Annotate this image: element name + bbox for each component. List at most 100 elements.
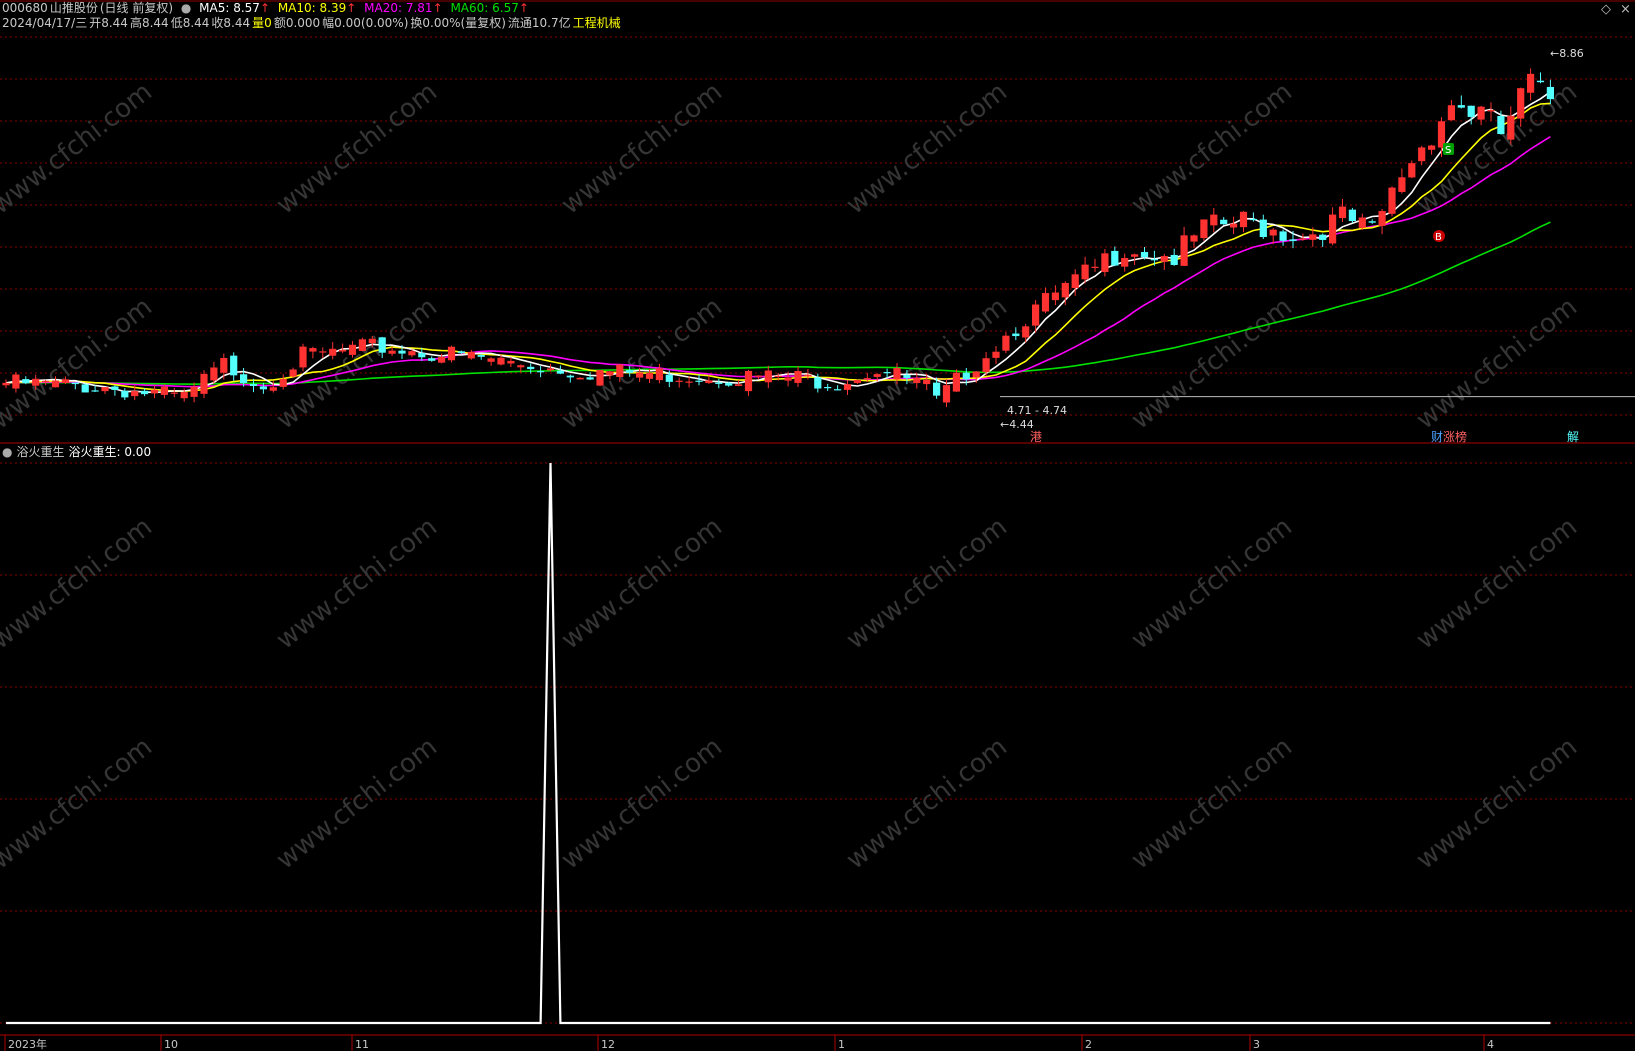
candle-body xyxy=(814,377,822,389)
candle xyxy=(1358,213,1366,230)
candle xyxy=(1121,253,1129,272)
candle-body xyxy=(1319,234,1327,240)
candle-body xyxy=(1497,116,1505,135)
candle-body xyxy=(705,380,713,383)
candle xyxy=(1329,207,1337,246)
candle-body xyxy=(1358,217,1366,228)
candle-body xyxy=(259,386,267,390)
candle xyxy=(744,369,753,396)
candle xyxy=(1507,106,1515,145)
tag-gang[interactable]: 港 xyxy=(1030,430,1042,444)
watermark-text: www.cfchi.com xyxy=(0,77,158,221)
candle-body xyxy=(368,338,376,344)
watermark-text: www.cfchi.com xyxy=(1126,77,1298,221)
candle-body xyxy=(1517,88,1525,119)
candle xyxy=(309,346,317,359)
candle-body xyxy=(418,353,426,358)
candle-body xyxy=(42,380,50,383)
candle-body xyxy=(1200,219,1208,239)
candle-body xyxy=(111,386,119,390)
candle xyxy=(537,366,545,378)
candle-body xyxy=(12,374,20,389)
watermark-text: www.cfchi.com xyxy=(0,292,158,436)
candle xyxy=(1418,145,1426,166)
candle xyxy=(1388,186,1396,217)
candle-body xyxy=(596,370,604,386)
tag-jie[interactable]: 解 xyxy=(1567,430,1579,444)
candle xyxy=(1180,226,1188,266)
watermark-text: www.cfchi.com xyxy=(1411,77,1583,221)
candle-body xyxy=(249,384,258,386)
candle xyxy=(170,387,178,398)
candle-body xyxy=(992,351,1000,358)
candle-body xyxy=(477,354,485,357)
candle-body xyxy=(1121,258,1129,267)
candle xyxy=(1289,230,1297,249)
candle-body xyxy=(883,372,891,374)
candle xyxy=(1368,219,1376,224)
watermark-text: www.cfchi.com xyxy=(1411,512,1583,656)
candle xyxy=(715,378,723,389)
x-tick-label: 2 xyxy=(1085,1038,1092,1051)
candle-body xyxy=(32,378,40,386)
watermark-layer: www.cfchi.com www.cfchi.com www.cfchi.com w… xyxy=(0,77,1583,876)
candle xyxy=(952,369,960,392)
candle-body xyxy=(735,384,743,386)
candle-body xyxy=(1111,250,1119,266)
watermark-text: www.cfchi.com xyxy=(556,292,728,436)
candle xyxy=(1457,95,1465,109)
candle xyxy=(853,379,861,384)
candle-body xyxy=(1388,187,1396,214)
candle-body xyxy=(497,357,505,365)
candle xyxy=(101,387,109,394)
candle xyxy=(121,388,129,401)
watermark-text: www.cfchi.com xyxy=(841,732,1013,876)
candle xyxy=(1348,207,1356,224)
ma60-line xyxy=(5,221,1551,386)
stock-chart[interactable]: www.cfchi.com www.cfchi.com www.cfchi.com w… xyxy=(0,0,1635,1051)
indicator-line xyxy=(6,462,1551,1025)
candle-body xyxy=(240,374,248,384)
candle-body xyxy=(210,367,218,381)
candle xyxy=(824,383,832,391)
candle xyxy=(1259,214,1267,239)
candle xyxy=(259,382,267,394)
tag-zhangbang[interactable]: 涨榜 xyxy=(1443,429,1467,444)
candle-body xyxy=(348,344,357,355)
sell-marker: S xyxy=(1443,143,1454,156)
svg-text:B: B xyxy=(1435,232,1442,243)
candle xyxy=(596,369,604,387)
watermark-text: www.cfchi.com xyxy=(271,732,443,876)
watermark-text: www.cfchi.com xyxy=(271,292,443,436)
watermark-text: www.cfchi.com xyxy=(1126,292,1298,436)
candle-body xyxy=(1041,293,1050,312)
candle xyxy=(527,363,535,374)
candle-body xyxy=(843,384,852,390)
candle xyxy=(1061,281,1069,305)
candle xyxy=(1200,219,1208,241)
candle-body xyxy=(685,381,693,383)
candle-body xyxy=(1279,231,1287,241)
ma20-line xyxy=(5,136,1551,388)
candle-body xyxy=(1536,80,1545,83)
tag-cai[interactable]: 财 xyxy=(1431,430,1443,444)
candle xyxy=(1111,246,1119,267)
candle xyxy=(487,357,495,366)
candle-body xyxy=(1230,223,1238,228)
candle xyxy=(467,349,475,360)
candle xyxy=(111,385,119,396)
candle-body xyxy=(1051,292,1059,301)
candle-body xyxy=(715,382,723,384)
candle-body xyxy=(1546,86,1554,100)
candle-body xyxy=(487,358,495,362)
candle xyxy=(1536,72,1545,84)
watermark-text: www.cfchi.com xyxy=(556,512,728,656)
candle xyxy=(1239,211,1248,233)
candle-body xyxy=(645,372,654,379)
candle-body xyxy=(903,374,911,379)
candle-body xyxy=(606,371,614,376)
candle-body xyxy=(1210,214,1218,226)
candle xyxy=(329,342,337,360)
x-tick-label: 2023年 xyxy=(8,1037,47,1051)
candle-body xyxy=(170,392,178,394)
